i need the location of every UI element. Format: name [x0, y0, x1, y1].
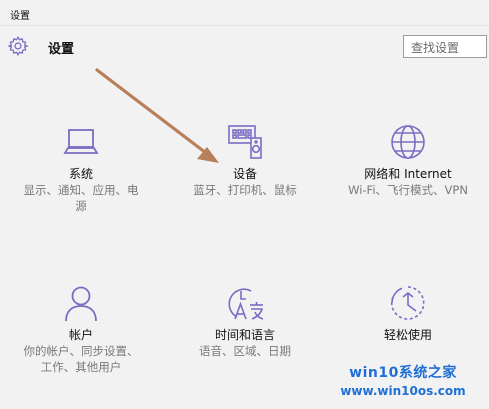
tile-network[interactable]: 网络和 Internet Wi-Fi、飞行模式、VPN	[333, 122, 483, 198]
window-title: 设置	[10, 11, 30, 22]
watermark-title: win10系统之家	[349, 365, 457, 381]
page-title: 设置	[48, 42, 75, 57]
tile-description: 源	[75, 199, 87, 213]
devices-icon	[228, 125, 262, 159]
title-bar: 设置	[0, 0, 489, 26]
laptop-icon	[63, 129, 99, 154]
tile-label: 轻松使用	[383, 328, 432, 342]
time-language-icon	[228, 288, 264, 320]
tile-system[interactable]: 系统 显示、通知、应用、电 源	[6, 122, 156, 214]
ease-of-access-icon	[390, 286, 425, 320]
search-input[interactable]: 查找设置	[403, 35, 487, 58]
tile-accounts[interactable]: 帐户 你的帐户、同步设置、 工作、其他用户	[6, 283, 156, 375]
tile-label: 设备	[232, 167, 257, 181]
gear-icon	[7, 36, 29, 56]
tile-devices[interactable]: 设备 蓝牙、打印机、鼠标	[170, 122, 320, 198]
tile-time-language[interactable]: 时间和语言 语音、区域、日期	[170, 283, 320, 359]
tile-label: 帐户	[68, 328, 93, 342]
tile-label: 网络和 Internet	[364, 167, 452, 181]
tile-ease-of-access[interactable]: 轻松使用	[333, 283, 483, 343]
globe-icon	[391, 125, 425, 159]
watermark: win10系统之家 www.win10os.com	[323, 363, 483, 405]
tile-description: 语音、区域、日期	[199, 344, 291, 358]
tile-description: Wi-Fi、飞行模式、VPN	[348, 183, 468, 197]
tile-label: 系统	[68, 167, 93, 181]
tile-description: 蓝牙、打印机、鼠标	[193, 183, 297, 197]
tile-label: 时间和语言	[214, 328, 275, 342]
watermark-url: www.win10os.com	[340, 384, 466, 398]
tile-description: 工作、其他用户	[40, 360, 122, 374]
person-icon	[65, 286, 97, 322]
tile-description: 显示、通知、应用、电	[23, 183, 139, 197]
tile-description: 你的帐户、同步设置、	[23, 344, 139, 358]
